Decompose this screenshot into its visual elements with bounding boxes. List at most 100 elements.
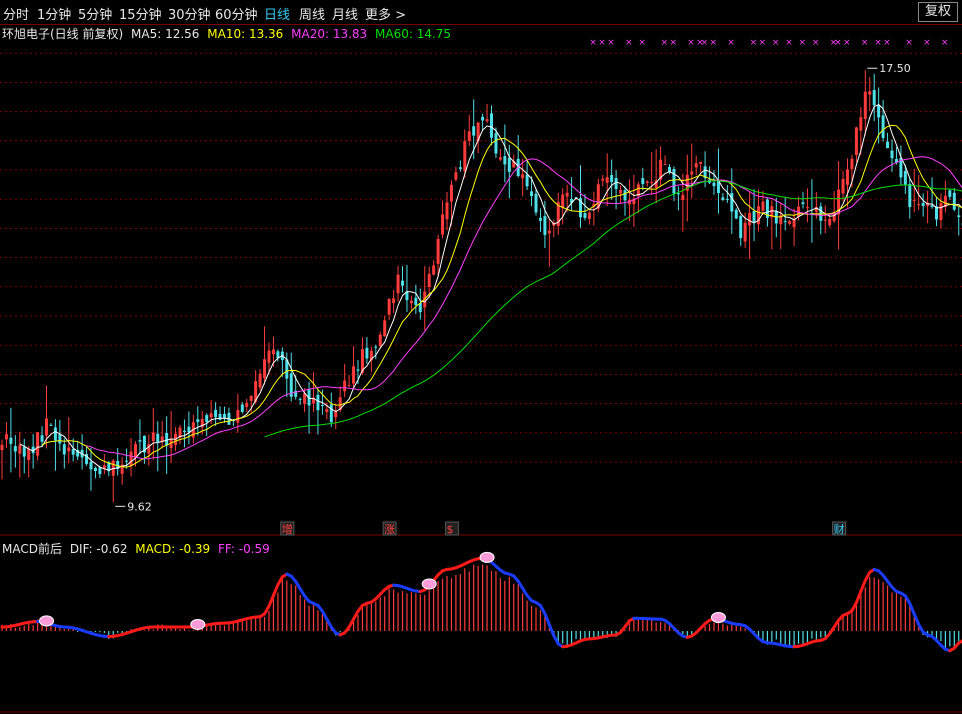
candle-body [13,446,17,452]
candle-body [378,334,382,347]
x-markers: × × × × × × × × ×× × × × × × × × × ×× × × × × × × × [589,38,948,48]
high-marker-label: 17.50 [879,62,911,75]
dif-segment [854,589,863,605]
candle-body [89,461,93,470]
candle-body [908,183,912,208]
x-marker: × [701,38,709,48]
candle-body [258,373,262,388]
candle-body [614,178,618,190]
candle-body [498,157,502,160]
candle-body [690,171,694,175]
x-marker: × [883,38,891,48]
dif-segment [543,612,551,627]
candle-body [245,402,249,407]
dif-segment [859,578,867,593]
candle-body [343,380,347,392]
candle-body [610,175,614,183]
candle-body [623,190,627,201]
candle-body [850,158,854,170]
candle-body [957,215,961,217]
candle-body [298,398,302,400]
ma20-line [86,156,962,460]
candle-body [752,211,756,223]
candle-body [676,193,680,195]
candle-body [725,198,729,200]
candle-body [917,204,921,206]
candle-body [352,366,356,384]
candle-body [365,347,369,359]
candle-body [214,409,218,418]
candle-body [930,205,934,207]
candle-body [681,194,685,200]
candle-body [663,164,667,166]
signal-marker [479,551,495,563]
candle-body [525,174,529,187]
candle-body [374,346,378,348]
candle-body [249,395,253,401]
candle-body [921,202,925,206]
candle-body [427,273,431,288]
price-chart[interactable]: 17.50 9.62 × × × × × × × × ×× × × × × × × × × ×× × × × × × × × 增 涨 $ 财 [0,0,962,714]
candle-body [263,359,267,379]
x-marker: × [785,38,793,48]
candle-body [605,177,609,183]
candle-body [53,427,57,441]
event-label: 增 [282,522,293,536]
candle-body [267,350,271,363]
candle-body [619,189,623,194]
signal-marker [421,578,437,590]
candle-body [18,445,22,454]
candle-body [868,91,872,95]
candle-body [538,217,542,221]
candle-body [320,405,324,407]
candle-body [22,446,26,457]
x-marker: × [589,38,597,48]
candle-body [481,116,485,121]
ma5-line [19,104,962,471]
candle-body [494,133,498,154]
candle-body [743,222,747,242]
candle-body [196,419,200,423]
candle-body [36,432,40,456]
candle-body [401,280,404,286]
candle-body [846,169,849,185]
candle-body [62,444,66,455]
candle-body [561,194,565,209]
candle-body [58,434,62,444]
candle-body [877,104,881,118]
candle-body [485,119,489,122]
candle-body [441,214,445,235]
candle-body [67,447,71,452]
candle-body [543,216,547,235]
candle-body [890,150,894,159]
x-marker: × [661,38,669,48]
candle-body [881,115,885,139]
candle-body [165,432,169,446]
candle-body [138,440,142,442]
dif-segment [267,593,275,608]
candle-body [218,413,222,420]
x-marker: × [625,38,633,48]
ma60-line [264,180,962,438]
candle-body [325,409,329,413]
candle-body [530,191,534,197]
candle-body [801,202,805,204]
candle-body [383,320,387,337]
candle-body [694,163,698,168]
candle-body [125,460,129,462]
candle-body [601,178,605,181]
candle-body [823,219,827,221]
x-marker: × [727,38,735,48]
candle-body [507,157,511,172]
candle-body [730,193,734,212]
candle-body [712,182,716,187]
candle-body [948,190,952,197]
candle-body [449,184,453,202]
candle-body [236,409,240,423]
candle-body [187,426,191,433]
candle-body [151,432,155,442]
candle-body [472,126,476,136]
candle-body [316,394,320,411]
grid-lines [0,52,962,463]
candle-body [445,202,449,220]
